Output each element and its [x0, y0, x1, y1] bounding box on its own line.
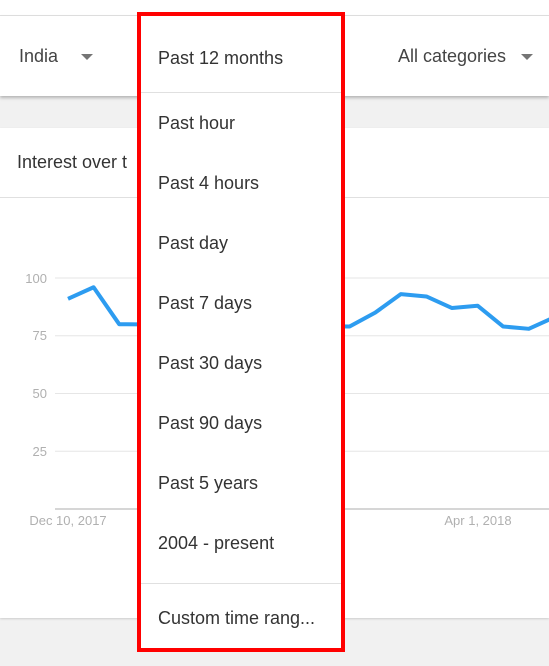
dropdown-selected-past-12-months[interactable]: Past 12 months: [158, 48, 283, 69]
option-past-4-hours[interactable]: Past 4 hours: [158, 173, 259, 194]
x-tick-label: Dec 10, 2017: [29, 513, 106, 528]
option-past-day[interactable]: Past day: [158, 233, 228, 254]
option-past-5-years[interactable]: Past 5 years: [158, 473, 258, 494]
time-range-dropdown: Past 12 months Past hour Past 4 hours Pa…: [137, 12, 345, 652]
y-tick-label: 100: [25, 271, 47, 286]
option-custom-time-range[interactable]: Custom time rang...: [158, 608, 315, 629]
dropdown-divider: [141, 583, 341, 584]
y-tick-label: 25: [33, 444, 47, 459]
y-tick-label: 75: [33, 328, 47, 343]
option-past-7-days[interactable]: Past 7 days: [158, 293, 252, 314]
option-past-30-days[interactable]: Past 30 days: [158, 353, 262, 374]
x-tick-label: Apr 1, 2018: [444, 513, 511, 528]
option-past-hour[interactable]: Past hour: [158, 113, 235, 134]
dropdown-divider: [141, 92, 341, 93]
option-past-90-days[interactable]: Past 90 days: [158, 413, 262, 434]
y-tick-label: 50: [33, 386, 47, 401]
option-2004-present[interactable]: 2004 - present: [158, 533, 274, 554]
